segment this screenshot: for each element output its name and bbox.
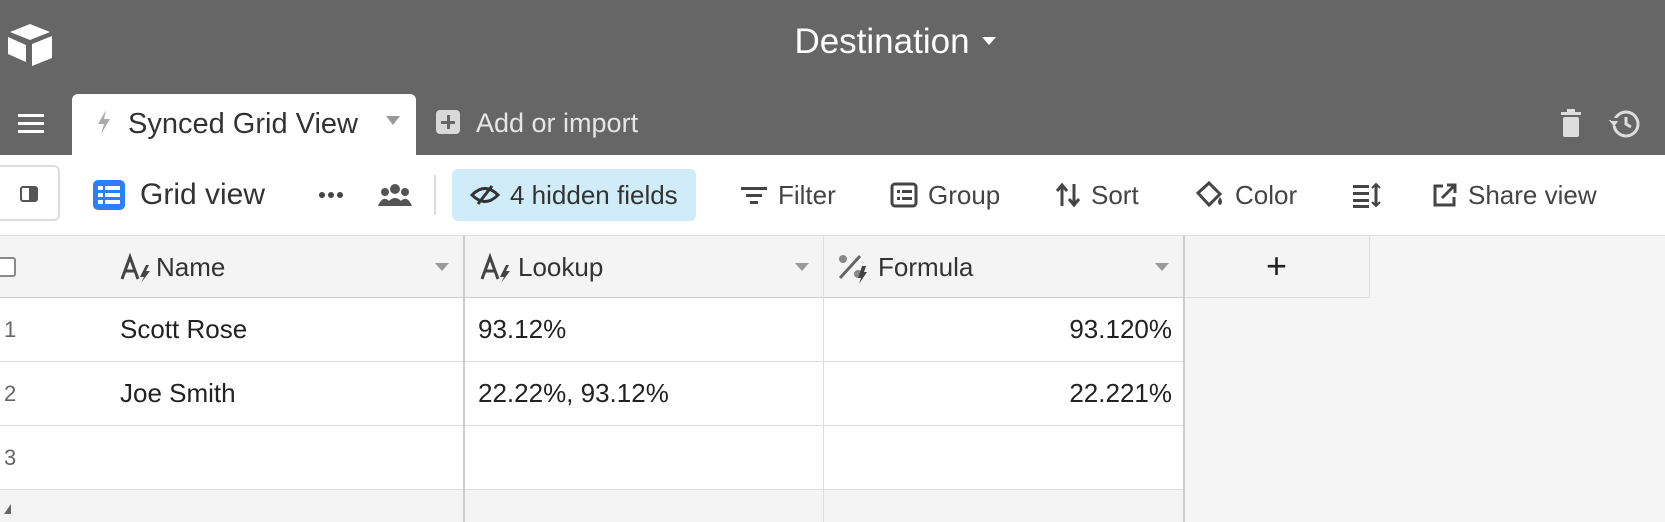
hidden-fields-label: 4 hidden fields bbox=[510, 179, 678, 210]
app-header: Destination Synced Grid View Add or impo… bbox=[0, 0, 1665, 155]
plus-icon bbox=[436, 109, 460, 134]
row-number: 3 bbox=[4, 445, 17, 470]
chevron-down-icon[interactable] bbox=[435, 263, 449, 271]
row-number: 1 bbox=[4, 317, 17, 342]
hide-fields-button[interactable]: 4 hidden fields bbox=[452, 169, 696, 221]
cell-formula[interactable]: 93.120% bbox=[824, 298, 1172, 361]
group-button[interactable]: Group bbox=[890, 155, 1000, 235]
chevron-down-icon[interactable] bbox=[1155, 263, 1169, 271]
tab-synced-grid-view[interactable]: Synced Grid View bbox=[72, 94, 416, 155]
column-formula-label: Formula bbox=[878, 252, 974, 282]
row-number: 2 bbox=[4, 381, 17, 406]
filter-label: Filter bbox=[778, 179, 836, 210]
group-label: Group bbox=[928, 179, 1001, 210]
people-icon bbox=[378, 184, 412, 206]
sort-label: Sort bbox=[1091, 179, 1139, 210]
cell-name[interactable]: Scott Rose bbox=[120, 298, 247, 361]
collaborators-button[interactable] bbox=[378, 155, 422, 235]
text-lookup-icon bbox=[480, 253, 510, 283]
chevron-down-icon[interactable] bbox=[386, 116, 400, 125]
share-external-icon bbox=[1433, 183, 1457, 207]
add-or-import-button[interactable]: Add or import bbox=[436, 108, 638, 139]
color-button[interactable]: Color bbox=[1195, 155, 1297, 235]
history-icon[interactable] bbox=[1609, 108, 1641, 140]
column-divider bbox=[1183, 236, 1185, 522]
column-header-name[interactable]: Name bbox=[0, 236, 464, 298]
color-label: Color bbox=[1235, 179, 1298, 210]
hidden-eye-slash-icon bbox=[470, 185, 500, 205]
sidebar-toggle-button[interactable] bbox=[0, 165, 60, 221]
trash-icon[interactable] bbox=[1560, 108, 1582, 138]
column-divider bbox=[463, 236, 465, 522]
cell-lookup[interactable]: 22.22%, 93.12% bbox=[478, 362, 669, 425]
cell-name[interactable]: Joe Smith bbox=[120, 362, 236, 425]
row-height-button[interactable] bbox=[1352, 155, 1392, 235]
select-all-checkbox[interactable] bbox=[0, 257, 16, 277]
grid-view-icon bbox=[93, 180, 125, 210]
more-dots-icon bbox=[319, 192, 343, 198]
chevron-down-icon bbox=[981, 36, 996, 45]
add-record-plus-icon bbox=[4, 504, 11, 514]
add-record-row[interactable] bbox=[0, 490, 1185, 522]
column-header-formula[interactable]: Formula bbox=[824, 236, 1184, 298]
chevron-down-icon[interactable] bbox=[795, 263, 809, 271]
lightning-bolt-icon bbox=[98, 110, 110, 134]
base-name-dropdown[interactable]: Destination bbox=[0, 22, 1665, 62]
view-switcher[interactable]: Grid view bbox=[92, 155, 265, 235]
view-toolbar: Grid view 4 hidden fields Filter Group S… bbox=[0, 155, 1665, 236]
cell-lookup[interactable]: 93.12% bbox=[478, 298, 566, 361]
column-name-label: Name bbox=[156, 252, 226, 282]
column-divider bbox=[823, 236, 824, 522]
row-height-icon bbox=[1353, 182, 1381, 208]
add-or-import-label: Add or import bbox=[476, 108, 639, 138]
toolbar-divider bbox=[434, 175, 436, 215]
view-name: Grid view bbox=[140, 178, 266, 211]
sort-button[interactable]: Sort bbox=[1055, 155, 1139, 235]
hamburger-menu-icon[interactable] bbox=[18, 112, 44, 134]
column-header-lookup[interactable]: Lookup bbox=[464, 236, 824, 298]
group-icon bbox=[890, 182, 918, 208]
base-name: Destination bbox=[794, 22, 970, 61]
share-view-button[interactable]: Share view bbox=[1432, 155, 1597, 235]
formula-icon bbox=[838, 254, 867, 284]
table-row[interactable]: 2 Joe Smith 22.22%, 93.12% 22.221% bbox=[0, 362, 1185, 426]
filter-icon bbox=[741, 187, 767, 204]
filter-button[interactable]: Filter bbox=[740, 155, 836, 235]
paint-bucket-icon bbox=[1195, 181, 1223, 208]
text-field-icon bbox=[120, 253, 150, 283]
sidebar-toggle-icon bbox=[20, 186, 38, 202]
records-grid: Name Lookup Formula + 1 Scott Rose 93.12… bbox=[0, 236, 1665, 522]
cell-formula[interactable] bbox=[824, 426, 1172, 489]
tab-label: Synced Grid View bbox=[128, 108, 358, 140]
view-more-button[interactable] bbox=[318, 155, 354, 235]
table-row[interactable]: 3 bbox=[0, 426, 1185, 490]
cell-formula[interactable]: 22.221% bbox=[824, 362, 1172, 425]
column-lookup-label: Lookup bbox=[518, 252, 604, 282]
sort-icon bbox=[1055, 182, 1081, 208]
share-view-label: Share view bbox=[1468, 179, 1597, 210]
add-column-button[interactable]: + bbox=[1184, 236, 1370, 298]
table-row[interactable]: 1 Scott Rose 93.12% 93.120% bbox=[0, 298, 1185, 362]
